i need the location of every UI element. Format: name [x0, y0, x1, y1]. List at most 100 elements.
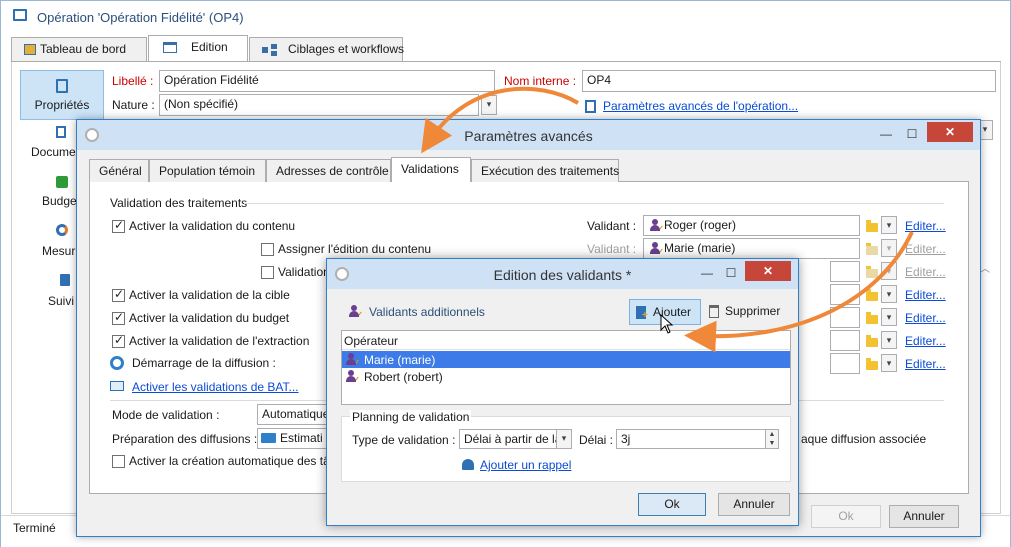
tab-general[interactable]: Général — [89, 159, 149, 183]
status-text: Terminé — [13, 521, 56, 535]
tracking-icon — [60, 274, 70, 286]
nature-dropdown-arrow[interactable]: ▾ — [481, 95, 497, 115]
tab-execution[interactable]: Exécution des traitements — [471, 159, 619, 183]
validant-edit-link-5[interactable]: Editer... — [905, 311, 946, 325]
validant-edit-link-4[interactable]: Editer... — [905, 288, 946, 302]
sidebar-item-tracking-label: Suivi — [48, 294, 75, 308]
tab-control-addresses-label: Adresses de contrôle — [276, 164, 389, 178]
delivery-start-icon — [110, 356, 124, 370]
validants-dialog: Edition des validants * — ☐ ✕ ✓ Validant… — [326, 258, 799, 526]
tab-dashboard[interactable]: Tableau de bord — [11, 37, 147, 61]
validant-field-4[interactable] — [830, 284, 860, 305]
delay-input[interactable]: 3j — [616, 429, 766, 449]
advanced-ok-button[interactable]: Ok — [811, 505, 881, 528]
validant-field-7[interactable] — [830, 353, 860, 374]
validants-ok-button[interactable]: Ok — [638, 493, 706, 516]
budget-icon — [56, 176, 68, 188]
trash-icon — [709, 305, 719, 318]
validant-folder-4[interactable] — [866, 289, 878, 301]
advanced-cancel-button[interactable]: Annuler — [889, 505, 959, 528]
libelle-label: Libellé : — [112, 74, 154, 88]
validant-dropdown-6[interactable]: ▾ — [881, 331, 897, 349]
content-validation-checkbox[interactable] — [112, 218, 125, 233]
budget-validation-checkbox[interactable] — [112, 310, 125, 325]
operators-header[interactable]: Opérateur — [342, 331, 790, 350]
validant-field-5[interactable] — [830, 307, 860, 328]
libelle-input[interactable]: Opération Fidélité — [159, 70, 495, 92]
add-reminder-link[interactable]: Ajouter un rappel — [480, 458, 571, 472]
list-item[interactable]: ✓ Marie (marie) — [342, 351, 790, 368]
delay-spinner[interactable]: ▲ ▼ — [765, 429, 779, 449]
prep-select[interactable]: Estimati — [257, 428, 337, 449]
tab-targeting[interactable]: Ciblages et workflows — [249, 37, 405, 61]
tab-edition-label: Edition — [191, 40, 228, 54]
tab-control-population-label: Population témoin — [159, 164, 256, 178]
operator-icon: ✓ — [346, 353, 360, 367]
remove-button-label: Supprimer — [725, 304, 781, 318]
close-button[interactable]: ✕ — [745, 261, 791, 281]
validant-dropdown-4[interactable]: ▾ — [881, 285, 897, 303]
validant-dropdown-1[interactable]: ▾ — [881, 216, 897, 234]
scrollbar-up-arrow[interactable]: ︿ — [980, 260, 990, 275]
assign-edition-checkbox[interactable] — [261, 243, 274, 256]
measure-icon — [56, 224, 68, 236]
validant-field-2[interactable]: ✓ Marie (marie) — [643, 238, 860, 259]
sidebar-item-properties-label: Propriétés — [34, 98, 90, 112]
advanced-titlebar: Paramètres avancés — ☐ ✕ — [77, 120, 980, 150]
operators-list[interactable]: Opérateur ✓ Marie (marie) ✓ Robert (robe… — [341, 330, 791, 405]
auto-creation-checkbox[interactable] — [112, 455, 125, 468]
validation-type-select[interactable]: Délai à partir de la — [459, 429, 557, 449]
tab-edition[interactable]: Edition — [148, 35, 248, 61]
validant-edit-link-2[interactable]: Editer... — [905, 242, 946, 256]
validant-folder-6[interactable] — [866, 335, 878, 347]
validant-folder-2[interactable] — [866, 243, 878, 255]
tab-validations[interactable]: Validations — [391, 157, 471, 183]
sidebar-item-properties[interactable]: Propriétés — [20, 70, 104, 120]
validant-value-2: Marie (marie) — [664, 241, 736, 255]
sidebar-item-documents-label: Docume — [31, 145, 76, 159]
validant-dropdown-7[interactable]: ▾ — [881, 354, 897, 372]
validant-folder-5[interactable] — [866, 312, 878, 324]
minimize-button[interactable]: — — [873, 124, 899, 144]
extraction-validation-label: Activer la validation de l'extraction — [129, 334, 310, 348]
extraction-validation-checkbox[interactable] — [112, 333, 125, 348]
validant-dropdown-2[interactable]: ▾ — [881, 239, 897, 257]
advanced-params-link[interactable]: Paramètres avancés de l'opération... — [603, 99, 798, 113]
list-item[interactable]: ✓ Robert (robert) — [342, 368, 790, 385]
advanced-title: Paramètres avancés — [464, 128, 593, 144]
edition-icon — [163, 42, 177, 53]
bell-icon — [462, 459, 474, 470]
validant-dropdown-3[interactable]: ▾ — [881, 262, 897, 280]
validant-field-6[interactable] — [830, 330, 860, 351]
validant-edit-link-7[interactable]: Editer... — [905, 357, 946, 371]
validant-folder-3[interactable] — [866, 266, 878, 278]
validant-field-1[interactable]: ✓ Roger (roger) — [643, 215, 860, 236]
planning-group: Planning de validation Type de validatio… — [341, 410, 791, 482]
validant-folder-1[interactable] — [866, 220, 878, 232]
maximize-button[interactable]: ☐ — [719, 263, 743, 283]
validant-field-3[interactable] — [830, 261, 860, 282]
validation-type-arrow[interactable]: ▾ — [556, 429, 572, 449]
mode-select[interactable]: Automatique — [257, 404, 337, 425]
validant-edit-link-1[interactable]: Editer... — [905, 219, 946, 233]
nom-interne-input[interactable]: OP4 — [582, 70, 996, 92]
validant-dropdown-5[interactable]: ▾ — [881, 308, 897, 326]
maximize-button[interactable]: ☐ — [899, 124, 925, 144]
target-validation-checkbox[interactable] — [112, 287, 125, 302]
validant-edit-link-6[interactable]: Editer... — [905, 334, 946, 348]
tab-control-addresses[interactable]: Adresses de contrôle — [266, 159, 391, 183]
group-title: Validation des traitements — [110, 196, 248, 210]
nature-select[interactable]: (Non spécifié) — [159, 94, 479, 116]
bat-link[interactable]: Activer les validations de BAT... — [132, 380, 299, 394]
tab-control-population[interactable]: Population témoin — [149, 159, 266, 183]
target-validation-label: Activer la validation de la cible — [129, 288, 290, 302]
validants-cancel-button[interactable]: Annuler — [718, 493, 790, 516]
validant-edit-link-3[interactable]: Editer... — [905, 265, 946, 279]
tab-general-label: Général — [99, 164, 142, 178]
remove-button[interactable]: Supprimer — [705, 299, 791, 325]
minimize-button[interactable]: — — [695, 263, 719, 283]
validation-checkbox[interactable] — [261, 266, 274, 279]
validant-folder-7[interactable] — [866, 358, 878, 370]
tab-targeting-label: Ciblages et workflows — [288, 42, 405, 56]
close-button[interactable]: ✕ — [927, 122, 973, 142]
